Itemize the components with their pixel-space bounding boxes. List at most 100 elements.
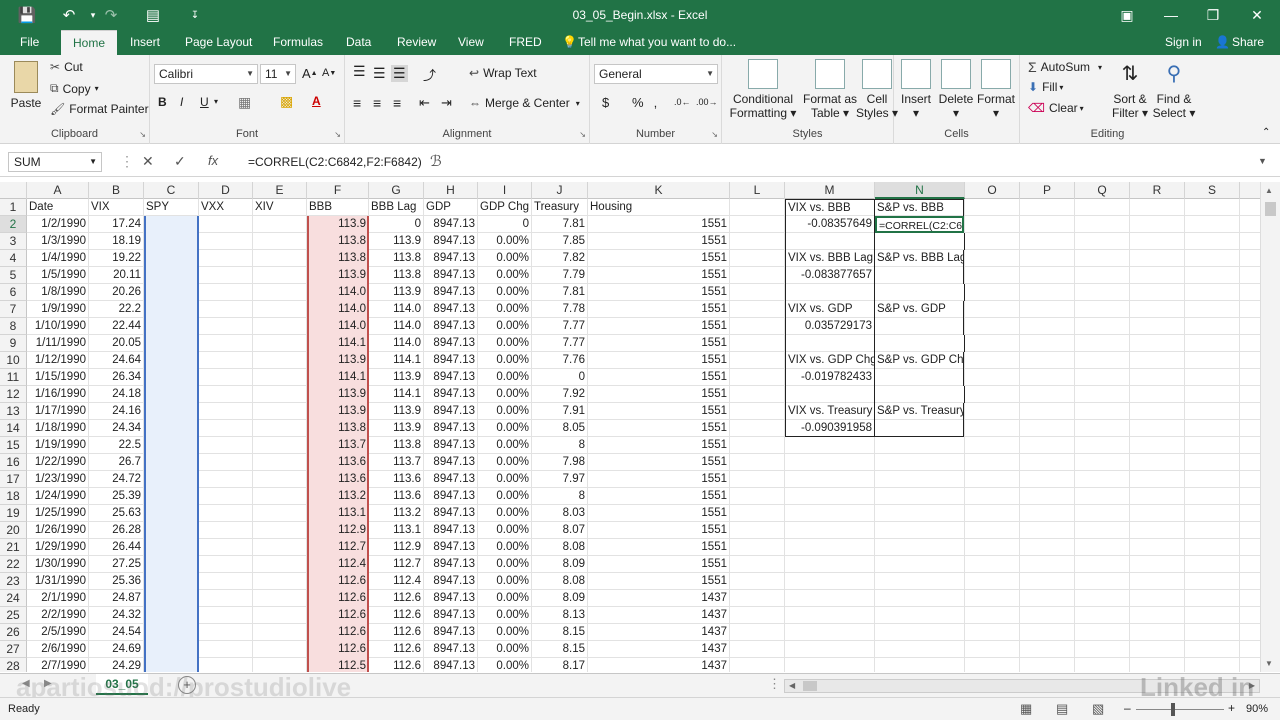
cell[interactable]: S&P vs. BBB <box>875 199 964 216</box>
cell[interactable]: 8947.13 <box>424 403 477 420</box>
cell[interactable]: 0.00% <box>478 437 531 454</box>
cell[interactable]: 114.0 <box>369 301 423 318</box>
cell[interactable]: 0.00% <box>478 369 531 386</box>
cell[interactable]: 1/15/1990 <box>27 369 88 386</box>
cell[interactable]: 0.00% <box>478 573 531 590</box>
enter-icon[interactable]: ✓ <box>174 153 186 170</box>
cell[interactable]: 8947.13 <box>424 607 477 624</box>
cell[interactable]: 8.15 <box>532 641 587 658</box>
scroll-up-icon[interactable]: ▲ <box>1265 186 1273 195</box>
cell[interactable]: 8947.13 <box>424 590 477 607</box>
tab-home[interactable]: Home <box>61 30 117 55</box>
row-header[interactable]: 16 <box>0 454 27 471</box>
restore-icon[interactable]: ❐ <box>1198 4 1228 26</box>
row-header[interactable]: 22 <box>0 556 27 573</box>
cell[interactable]: 7.77 <box>532 318 587 335</box>
cell[interactable]: -0.090391958 <box>785 420 874 437</box>
italic-icon[interactable]: I <box>180 95 183 109</box>
cell[interactable]: 112.6 <box>307 624 368 641</box>
cell[interactable]: 8947.13 <box>424 658 477 672</box>
cell[interactable]: 114.0 <box>307 318 368 335</box>
cell[interactable]: 112.6 <box>307 590 368 607</box>
cell[interactable]: 8947.13 <box>424 488 477 505</box>
cell[interactable]: 112.9 <box>369 539 423 556</box>
cell[interactable]: 0.00% <box>478 386 531 403</box>
cell[interactable]: 1/22/1990 <box>27 454 88 471</box>
cell[interactable]: 1551 <box>588 471 729 488</box>
cell[interactable]: Housing <box>588 199 729 216</box>
cell[interactable]: 113.9 <box>307 352 368 369</box>
cell[interactable]: 7.77 <box>532 335 587 352</box>
cell[interactable]: 0.00% <box>478 522 531 539</box>
cell[interactable]: 0.00% <box>478 624 531 641</box>
cell[interactable]: 113.6 <box>369 471 423 488</box>
format-as-table-button[interactable]: Format as Table ▾ <box>802 59 858 120</box>
cell[interactable]: 1437 <box>588 658 729 672</box>
cell[interactable]: 0.00% <box>478 488 531 505</box>
cell[interactable]: 0 <box>369 216 423 233</box>
cell[interactable]: VIX vs. GDP Chg <box>785 352 874 369</box>
copy-button[interactable]: ⧉ Copy ▾ <box>50 81 99 96</box>
cell[interactable]: 0.00% <box>478 250 531 267</box>
cell[interactable]: 1/16/1990 <box>27 386 88 403</box>
cell[interactable]: 113.9 <box>369 403 423 420</box>
autosum-button[interactable]: Σ AutoSum ▾ <box>1028 59 1102 75</box>
align-right-icon[interactable]: ≡ <box>393 95 401 111</box>
row-header[interactable]: 21 <box>0 539 27 556</box>
cell[interactable]: 112.7 <box>307 539 368 556</box>
cell[interactable]: 1551 <box>588 267 729 284</box>
cell[interactable] <box>875 267 964 284</box>
dialog-launcher-icon[interactable]: ↘ <box>711 130 718 139</box>
orientation-icon[interactable]: ⤴ <box>423 65 436 84</box>
cell[interactable]: 1551 <box>588 233 729 250</box>
page-break-view-icon[interactable]: ▧ <box>1092 701 1104 717</box>
cell[interactable]: 112.6 <box>307 641 368 658</box>
find-select-button[interactable]: ⚲ Find & Select ▾ <box>1150 59 1198 120</box>
align-bottom-icon[interactable]: ☰ <box>391 65 408 82</box>
borders-icon[interactable]: ▦ <box>238 94 251 111</box>
column-header[interactable]: O <box>965 182 1020 199</box>
dialog-launcher-icon[interactable]: ↘ <box>579 130 586 139</box>
tab-file[interactable]: File <box>12 30 47 55</box>
cell[interactable]: 113.8 <box>369 250 423 267</box>
font-name-select[interactable]: Calibri ▼ <box>154 64 258 84</box>
cell[interactable]: 8947.13 <box>424 233 477 250</box>
cell[interactable]: 8.08 <box>532 539 587 556</box>
cell[interactable]: 0 <box>532 369 587 386</box>
zoom-out-icon[interactable]: – <box>1124 701 1131 715</box>
cell[interactable]: 19.22 <box>89 250 143 267</box>
cell[interactable]: 8.08 <box>532 573 587 590</box>
cell[interactable]: 1/19/1990 <box>27 437 88 454</box>
cell[interactable]: 1551 <box>588 318 729 335</box>
cell[interactable]: Treasury <box>532 199 587 216</box>
cell[interactable]: Date <box>27 199 88 216</box>
align-middle-icon[interactable]: ☰ <box>373 65 386 82</box>
cell[interactable]: 8.13 <box>532 607 587 624</box>
column-header[interactable]: E <box>253 182 307 199</box>
cell[interactable]: 26.44 <box>89 539 143 556</box>
column-header[interactable]: D <box>199 182 253 199</box>
cell[interactable]: 7.81 <box>532 284 587 301</box>
cell[interactable]: 22.44 <box>89 318 143 335</box>
cell[interactable]: 1/30/1990 <box>27 556 88 573</box>
zoom-slider-thumb[interactable] <box>1171 703 1175 716</box>
cell[interactable]: 0.00% <box>478 471 531 488</box>
cell[interactable]: 0.00% <box>478 267 531 284</box>
column-header[interactable]: C <box>144 182 199 199</box>
cell[interactable]: 8947.13 <box>424 318 477 335</box>
row-header[interactable]: 9 <box>0 335 27 352</box>
number-format-select[interactable]: General ▼ <box>594 64 718 84</box>
row-header[interactable]: 11 <box>0 369 27 386</box>
delete-cells-button[interactable]: Delete ▾ <box>936 59 976 120</box>
align-left-icon[interactable]: ≡ <box>353 95 361 111</box>
cell[interactable]: 2/7/1990 <box>27 658 88 672</box>
column-header[interactable]: K <box>588 182 730 199</box>
cell[interactable]: 8947.13 <box>424 624 477 641</box>
row-header[interactable]: 12 <box>0 386 27 403</box>
cell[interactable]: S&P vs. Treasury <box>875 403 964 420</box>
cell[interactable]: 8 <box>532 437 587 454</box>
cell[interactable]: 2/6/1990 <box>27 641 88 658</box>
cut-button[interactable]: ✂ Cut <box>50 60 83 74</box>
cell[interactable]: 112.6 <box>369 624 423 641</box>
cell[interactable]: 1437 <box>588 641 729 658</box>
